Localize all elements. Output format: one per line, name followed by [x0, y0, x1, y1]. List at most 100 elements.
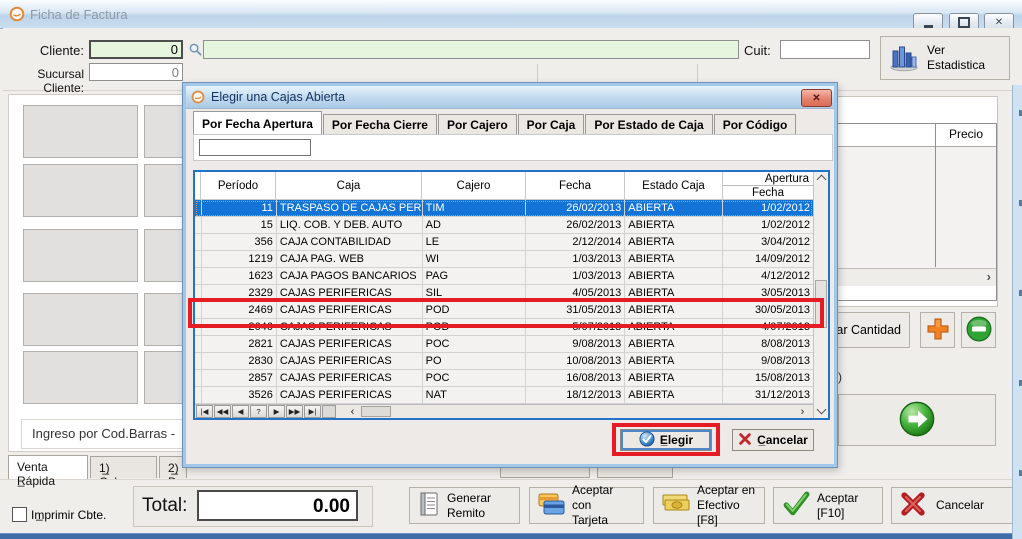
dialog-close-icon: ✕ [812, 93, 820, 104]
green-check-icon [782, 490, 810, 521]
precio-column-header[interactable]: Precio [935, 124, 997, 141]
grid-row[interactable]: 11TRASPASO DE CAJAS PERTIM26/02/2013ABIE… [195, 200, 813, 217]
cancelar-button[interactable]: Cancelar [891, 487, 1014, 524]
grid-cell: PAG [423, 268, 527, 284]
grid-row[interactable]: 356CAJA CONTABILIDADLE2/12/2014ABIERTA3/… [195, 234, 813, 251]
imprimir-checkbox[interactable] [12, 507, 27, 522]
col-header-estado[interactable]: Estado Caja [625, 172, 723, 199]
grid-cell: WI [423, 251, 527, 267]
hscroll-thumb[interactable] [361, 406, 391, 417]
dialog-tab-2[interactable]: Por Cajero [438, 114, 517, 135]
dialog-close-button[interactable]: ✕ [801, 89, 832, 107]
go-button[interactable] [838, 394, 996, 446]
nav-blank-button[interactable] [322, 405, 336, 418]
col-header-periodo[interactable]: Período [201, 172, 276, 199]
aceptar-label: Aceptar [F10] [817, 491, 874, 521]
main-titlebar: Ficha de Factura [0, 0, 1022, 29]
window-title: Ficha de Factura [30, 7, 128, 22]
grid-row[interactable]: 2830CAJAS PERIFERICASPO10/08/2013ABIERTA… [195, 353, 813, 370]
filter-input[interactable] [199, 139, 311, 156]
grid-header-row: Período Caja Cajero Fecha Estado Caja Ap… [195, 172, 813, 200]
grid-nav-button[interactable]: |◀ [196, 405, 213, 418]
add-item-button[interactable] [920, 312, 955, 348]
screen: Ficha de Factura ✕ Cliente: Cuit: Ver Es… [0, 0, 1022, 539]
grid-row[interactable]: 1623CAJA PAGOS BANCARIOSPAG1/03/2013ABIE… [195, 268, 813, 285]
grid-row[interactable]: 2646CAJAS PERIFERICASPOD5/07/2013ABIERTA… [195, 319, 813, 336]
scroll-up-icon[interactable] [817, 175, 827, 185]
col-header-cajero[interactable]: Cajero [422, 172, 526, 199]
blue-check-icon [639, 431, 655, 450]
dialog-cancelar-label: C̲ancelar [757, 433, 808, 447]
search-icon[interactable] [188, 42, 203, 60]
sucursal-input[interactable] [89, 63, 183, 81]
ver-estadistica-button[interactable]: Ver Estadistica [880, 36, 1010, 80]
scroll-right-icon[interactable]: › [987, 269, 991, 284]
grid-cell: ABIERTA [625, 370, 723, 386]
grid-cell: PO [423, 353, 527, 369]
grid-cell: 3/04/2012 [723, 234, 813, 250]
product-pad-button[interactable] [23, 164, 138, 217]
col-header-apertura[interactable]: Apertura Fecha [723, 172, 813, 199]
grid-nav-button[interactable]: ? [250, 405, 267, 418]
grid-row[interactable]: 2857CAJAS PERIFERICASPOC16/08/2013ABIERT… [195, 370, 813, 387]
grid-cell: CAJAS PERIFERICAS [277, 302, 423, 318]
dialog-tab-5[interactable]: Por Código [714, 114, 797, 135]
grid-nav-button[interactable]: ▶| [304, 405, 321, 418]
grid-nav-bar: |◀◀◀◀?▶▶▶▶| ‹ › [195, 404, 813, 418]
col-header-fecha[interactable]: Fecha [526, 172, 625, 199]
grid-cell: 2329 [202, 285, 277, 301]
hscroll-left-icon[interactable]: ‹ [344, 405, 361, 418]
grid-nav-button[interactable]: ◀ [232, 405, 249, 418]
grid-cell: ABIERTA [625, 336, 723, 352]
remove-item-button[interactable] [961, 312, 996, 348]
dialog-tab-3[interactable]: Por Caja [518, 114, 585, 135]
grid-row[interactable]: 2821CAJAS PERIFERICASPOC9/08/2013ABIERTA… [195, 336, 813, 353]
hidden-text-fragment: ) [838, 370, 842, 384]
grid-row[interactable]: 1219CAJA PAG. WEBWI1/03/2013ABIERTA14/09… [195, 251, 813, 268]
grid-cell: 2857 [202, 370, 277, 386]
grid-vscrollbar[interactable] [813, 172, 828, 418]
aceptar-efectivo-button[interactable]: Aceptar en Efectivo [F8] [653, 487, 765, 524]
generar-remito-button[interactable]: Generar Remito [409, 487, 520, 524]
cliente-code-input[interactable] [89, 40, 183, 59]
grid-cell [195, 387, 202, 403]
grid-nav-button[interactable]: ▶▶ [286, 405, 303, 418]
cliente-label: Cliente: [0, 43, 84, 58]
grid-cell: 1219 [202, 251, 277, 267]
grid-cell: ABIERTA [625, 234, 723, 250]
grid-cell: 1/03/2013 [526, 251, 625, 267]
grid-row[interactable]: 3526CAJAS PERIFERICASNAT18/12/2013ABIERT… [195, 387, 813, 404]
grid-cell: POD [423, 302, 527, 318]
aceptar-button[interactable]: Aceptar [F10] [773, 487, 883, 524]
bottom-tab-0[interactable]: Venta R̲ápida [8, 455, 88, 479]
cash-icon [662, 493, 690, 518]
cliente-name-input[interactable] [203, 40, 739, 59]
elegir-button[interactable]: E̲legir [620, 429, 712, 451]
grid-rows: 11TRASPASO DE CAJAS PERTIM26/02/2013ABIE… [195, 200, 813, 404]
dialog-tab-1[interactable]: Por Fecha Cierre [323, 114, 437, 135]
grid-nav-button[interactable]: ▶ [268, 405, 285, 418]
hscroll-right-icon[interactable]: › [794, 405, 811, 418]
grid-cell: 10/08/2013 [526, 353, 625, 369]
vscroll-thumb[interactable] [815, 280, 827, 328]
aceptar-tarjeta-button[interactable]: Aceptar con Tarjeta [529, 487, 644, 524]
cuit-input[interactable] [780, 40, 870, 59]
scroll-down-icon[interactable] [817, 405, 827, 415]
grid-row-highlighted[interactable]: 2469CAJAS PERIFERICASPOD31/05/2013ABIERT… [195, 302, 813, 319]
dialog-tab-0[interactable]: Por Fecha Apertura [193, 111, 322, 135]
grid-nav-button[interactable]: ◀◀ [214, 405, 231, 418]
grid-cell: CAJA PAGOS BANCARIOS [277, 268, 423, 284]
grid-cell: 26/02/2013 [526, 200, 625, 216]
cancelar-label: Cancelar [936, 498, 984, 513]
product-pad-button[interactable] [23, 229, 138, 282]
bottom-tab-1[interactable]: 1̲) Cabecera [90, 456, 157, 478]
dialog-tab-4[interactable]: Por Estado de Caja [585, 114, 712, 135]
product-pad-button[interactable] [23, 293, 138, 346]
col-header-caja[interactable]: Caja [276, 172, 422, 199]
grid-row[interactable]: 15LIQ. COB. Y DEB. AUTOAD26/02/2013ABIER… [195, 217, 813, 234]
aceptar-tarjeta-label: Aceptar con Tarjeta [572, 483, 635, 528]
dialog-cancelar-button[interactable]: C̲ancelar [732, 429, 814, 451]
product-pad-button[interactable] [23, 351, 138, 404]
product-pad-button[interactable] [23, 105, 138, 158]
grid-row[interactable]: 2329CAJAS PERIFERICASSIL4/05/2013ABIERTA… [195, 285, 813, 302]
